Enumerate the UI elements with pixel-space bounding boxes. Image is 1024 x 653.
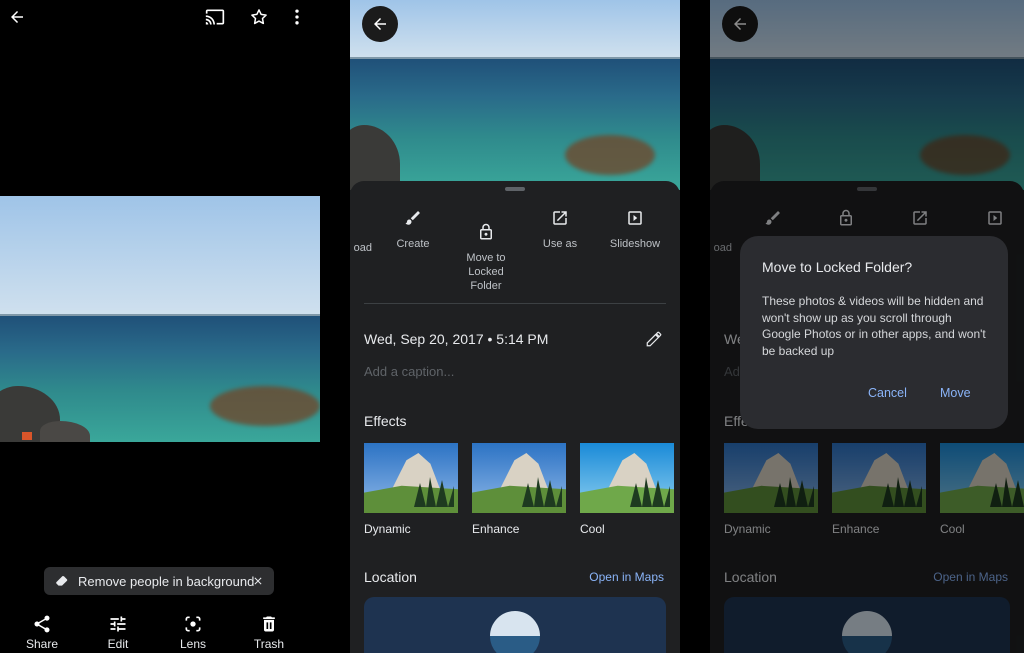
action-label: Create [396, 238, 430, 250]
cast-icon[interactable] [204, 6, 226, 28]
photo[interactable] [0, 196, 320, 442]
move-button[interactable]: Move [940, 386, 971, 400]
action-label: Slideshow [609, 238, 661, 250]
action-download[interactable]: oad [350, 207, 372, 255]
edit-label: Edit [107, 637, 129, 651]
effect-thumb-enhance[interactable] [472, 443, 566, 513]
action-label: oad [353, 242, 372, 254]
effect-label: Dynamic [364, 522, 411, 536]
download-icon [350, 207, 372, 229]
time-text: 5:14 PM [496, 331, 549, 347]
info-panel: oad Create Move to Locked Folder Use as … [350, 0, 680, 653]
cancel-button[interactable]: Cancel [868, 386, 907, 400]
share-icon [31, 613, 53, 635]
lens-icon [182, 613, 204, 635]
divider [364, 303, 666, 304]
action-label: Use as [542, 238, 578, 250]
location-map[interactable] [364, 597, 666, 653]
trash-icon [258, 613, 280, 635]
date-time: Wed, Sep 20, 2017 • 5:14 PM [364, 331, 549, 347]
edit-button[interactable]: Edit [88, 613, 148, 651]
bottom-action-bar: Share Edit Lens Trash [0, 613, 320, 653]
open-external-icon [549, 207, 571, 229]
action-use-as[interactable]: Use as [532, 207, 588, 251]
effects-title: Effects [364, 413, 407, 429]
trash-label: Trash [253, 637, 285, 651]
action-move-locked[interactable]: Move to Locked Folder [456, 207, 516, 307]
locked-folder-dialog: Move to Locked Folder? These photos & vi… [740, 236, 1008, 429]
lens-label: Lens [179, 637, 207, 651]
remove-people-chip[interactable]: Remove people in background [44, 567, 274, 595]
date-text: Wed, Sep 20, 2017 [364, 331, 484, 347]
effect-thumb-cool[interactable] [580, 443, 674, 513]
back-button[interactable] [362, 6, 398, 42]
drag-handle[interactable] [505, 187, 525, 191]
effect-label: Cool [580, 522, 605, 536]
action-slideshow[interactable]: Slideshow [602, 207, 668, 251]
eraser-icon [54, 573, 70, 589]
action-create[interactable]: Create [388, 207, 438, 251]
chip-label: Remove people in background [78, 573, 255, 589]
star-icon[interactable] [248, 6, 270, 28]
open-in-maps-link[interactable]: Open in Maps [589, 570, 664, 584]
slideshow-icon [624, 207, 646, 229]
lens-button[interactable]: Lens [163, 613, 223, 651]
action-label: Move to Locked Folder [466, 252, 506, 292]
trash-button[interactable]: Trash [239, 613, 299, 651]
pencil-icon[interactable] [644, 329, 664, 349]
back-arrow-icon [362, 6, 398, 42]
info-sheet: oad Create Move to Locked Folder Use as … [350, 181, 680, 653]
dialog-body: These photos & videos will be hidden and… [762, 294, 986, 358]
share-button[interactable]: Share [12, 613, 72, 651]
location-title: Location [364, 569, 417, 585]
dialog-title: Move to Locked Folder? [762, 259, 913, 275]
top-app-bar [0, 0, 320, 34]
effect-label: Enhance [472, 522, 520, 536]
close-icon[interactable] [250, 573, 266, 589]
separator [320, 0, 350, 653]
caption-input[interactable]: Add a caption... [364, 364, 454, 379]
effect-thumb-dynamic[interactable] [364, 443, 458, 513]
separator [680, 0, 710, 653]
sliders-icon [107, 613, 129, 635]
photo-viewer-panel: Remove people in background Share Edit L… [0, 0, 320, 653]
share-label: Share [25, 637, 59, 651]
back-arrow-icon[interactable] [6, 6, 28, 28]
more-vert-icon[interactable] [286, 6, 308, 28]
photo[interactable] [350, 0, 680, 190]
brush-icon [402, 207, 424, 229]
lock-icon [475, 221, 497, 243]
info-panel-with-dialog: oad Wed, Sep 20, 2017 • 5:14 PM Add a [710, 0, 1024, 653]
